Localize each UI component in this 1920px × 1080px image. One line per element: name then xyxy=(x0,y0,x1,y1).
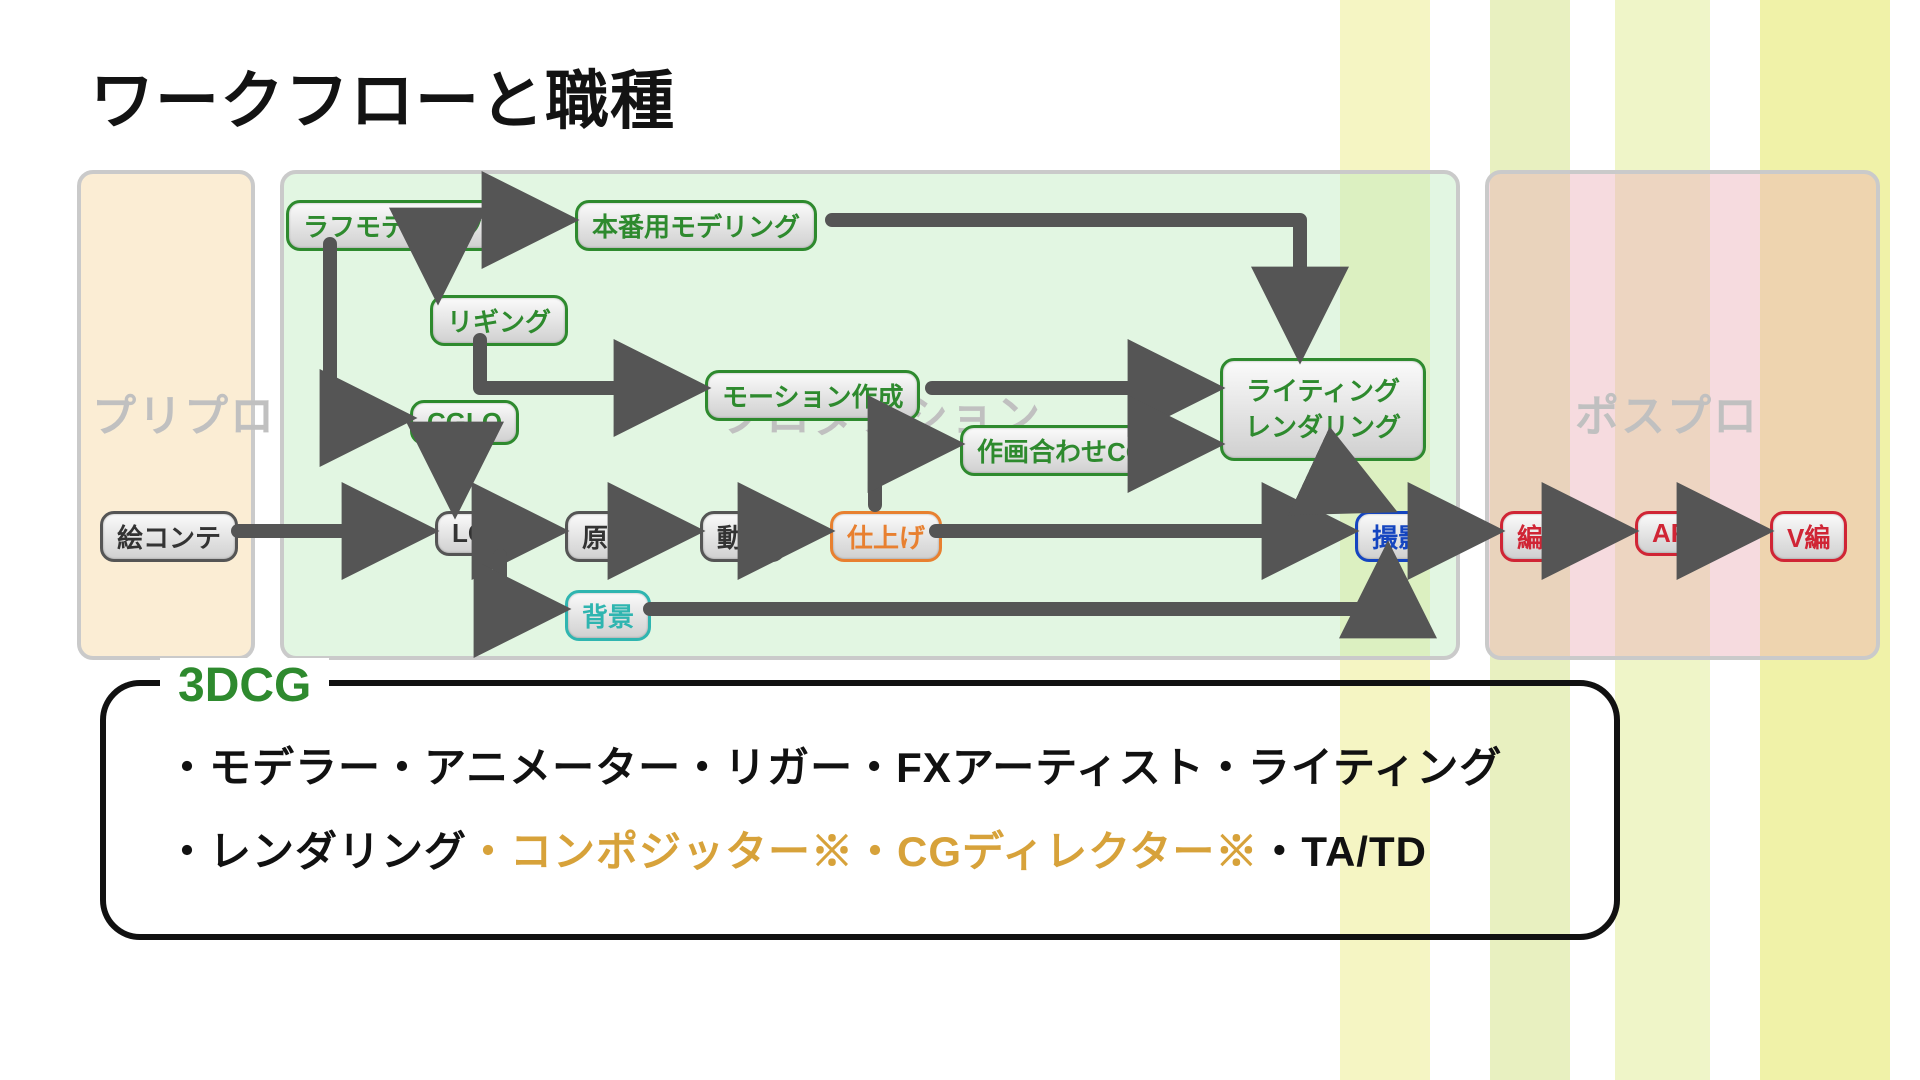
node-rough-modeling: ラフモデリング xyxy=(286,200,502,251)
node-lighting-rendering: ライティング レンダリング xyxy=(1220,358,1426,461)
page-title: ワークフローと職種 xyxy=(90,50,675,142)
stage-label-postpro: ポスプロ xyxy=(1575,380,1759,444)
node-satsuei: 撮影 xyxy=(1355,511,1441,562)
roles-line-2c: ・TA/TD xyxy=(1258,828,1427,875)
roles-heading: 3DCG xyxy=(160,658,329,713)
node-motion: モーション作成 xyxy=(705,370,920,421)
roles-line-2: ・レンダリング・コンポジッター※・CGディレクター※・TA/TD xyxy=(166,810,1554,894)
node-genga: 原画 xyxy=(565,511,651,562)
node-cglo: CGLO xyxy=(410,400,519,445)
roles-line-2b: ・コンポジッター※・CGディレクター※ xyxy=(467,828,1258,875)
node-douga: 動画 xyxy=(700,511,786,562)
node-henshu: 編集 xyxy=(1500,511,1586,562)
node-final-modeling: 本番用モデリング xyxy=(575,200,817,251)
stage-label-prepro: プリプロ xyxy=(92,380,276,444)
node-econte: 絵コンテ xyxy=(100,511,238,562)
node-vhen: V編 xyxy=(1770,511,1847,562)
roles-line-2a: ・レンダリング xyxy=(166,828,467,875)
node-ar: AR xyxy=(1635,511,1707,556)
node-lo: LO xyxy=(435,511,505,556)
roles-box: ・モデラー・アニメーター・リガー・FXアーティスト・ライティング ・レンダリング… xyxy=(100,680,1620,940)
roles-line-1: ・モデラー・アニメーター・リガー・FXアーティスト・ライティング xyxy=(166,726,1554,810)
node-sakuga-cg: 作画合わせCG xyxy=(960,425,1163,476)
node-shiage: 仕上げ xyxy=(830,511,942,562)
node-haikei: 背景 xyxy=(565,590,651,641)
node-rigging: リギング xyxy=(430,295,568,346)
